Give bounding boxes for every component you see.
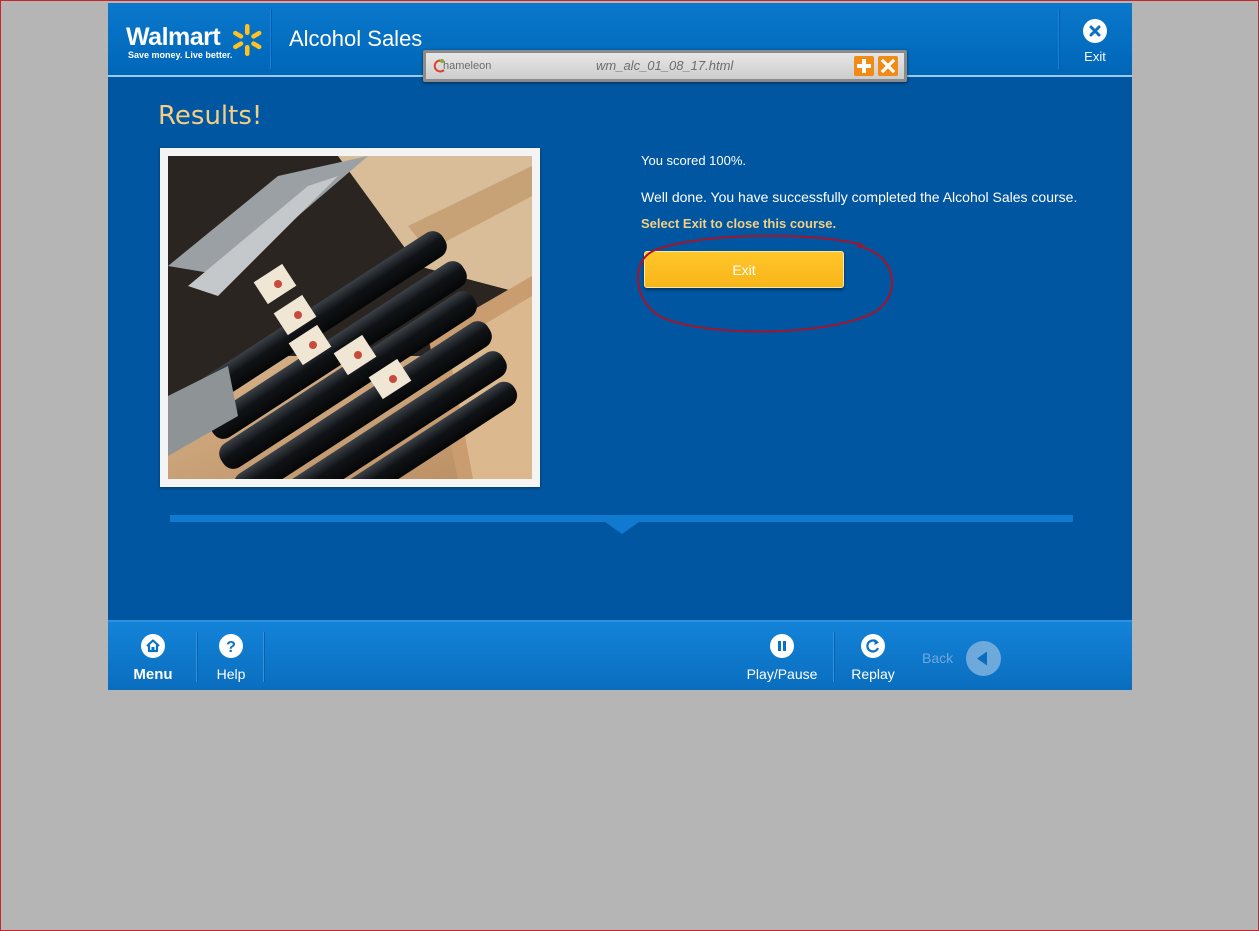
logo-tagline: Save money. Live better. bbox=[128, 50, 233, 60]
header-exit-label: Exit bbox=[1084, 49, 1106, 64]
logo-wordmark: Walmart bbox=[126, 23, 221, 51]
spark-icon bbox=[233, 24, 262, 56]
menu-label: Menu bbox=[133, 666, 173, 683]
course-image-frame bbox=[160, 148, 540, 487]
pause-icon bbox=[770, 634, 794, 658]
replay-label: Replay bbox=[851, 666, 895, 682]
walmart-logo: Walmart Save money. Live better. bbox=[126, 23, 266, 63]
back-arrow-icon bbox=[966, 641, 1001, 676]
chameleon-toolbar-body: hameleon wm_alc_01_08_17.html bbox=[426, 53, 904, 79]
help-label: Help bbox=[216, 666, 246, 682]
course-footer: Menu ? Help Play/Pause Replay Back bbox=[108, 620, 1132, 690]
back-button[interactable]: Back bbox=[920, 640, 1004, 678]
footer-divider bbox=[263, 632, 264, 682]
chameleon-filename: wm_alc_01_08_17.html bbox=[596, 58, 734, 73]
footer-divider bbox=[196, 632, 197, 682]
replay-icon bbox=[861, 634, 885, 658]
course-title: Alcohol Sales bbox=[289, 26, 423, 51]
chameleon-add-button[interactable] bbox=[854, 56, 874, 76]
header-divider bbox=[1058, 9, 1059, 69]
exit-instruction: Select Exit to close this course. bbox=[641, 216, 837, 231]
chameleon-logo: hameleon bbox=[433, 57, 493, 75]
header-divider bbox=[270, 9, 271, 69]
chameleon-logo-text: hameleon bbox=[443, 60, 492, 72]
footer-divider bbox=[833, 632, 834, 682]
replay-button[interactable]: Replay bbox=[846, 634, 900, 682]
header-exit-button[interactable]: Exit bbox=[1070, 19, 1120, 67]
exit-course-button[interactable]: Exit bbox=[644, 251, 844, 288]
play-pause-button[interactable]: Play/Pause bbox=[744, 634, 820, 682]
menu-button[interactable]: Menu bbox=[128, 634, 178, 683]
svg-text:?: ? bbox=[226, 639, 236, 656]
home-icon bbox=[141, 634, 165, 658]
close-circle-icon bbox=[1083, 19, 1107, 43]
completion-message: Well done. You have successfully complet… bbox=[641, 189, 1078, 205]
help-button[interactable]: ? Help bbox=[206, 634, 256, 682]
back-label: Back bbox=[922, 650, 954, 666]
progress-marker bbox=[605, 522, 639, 534]
wine-bottles-image bbox=[168, 156, 532, 479]
progress-track bbox=[170, 515, 1073, 522]
course-player: Walmart Save money. Live better. Alcohol… bbox=[108, 3, 1132, 690]
play-pause-label: Play/Pause bbox=[746, 666, 818, 682]
chameleon-close-button[interactable] bbox=[878, 56, 898, 76]
results-heading: Results! bbox=[158, 101, 263, 131]
score-text: You scored 100%. bbox=[641, 153, 747, 168]
help-icon: ? bbox=[219, 634, 243, 658]
chameleon-toolbar: hameleon wm_alc_01_08_17.html bbox=[423, 50, 907, 82]
close-icon bbox=[880, 58, 896, 74]
plus-icon bbox=[857, 59, 871, 73]
